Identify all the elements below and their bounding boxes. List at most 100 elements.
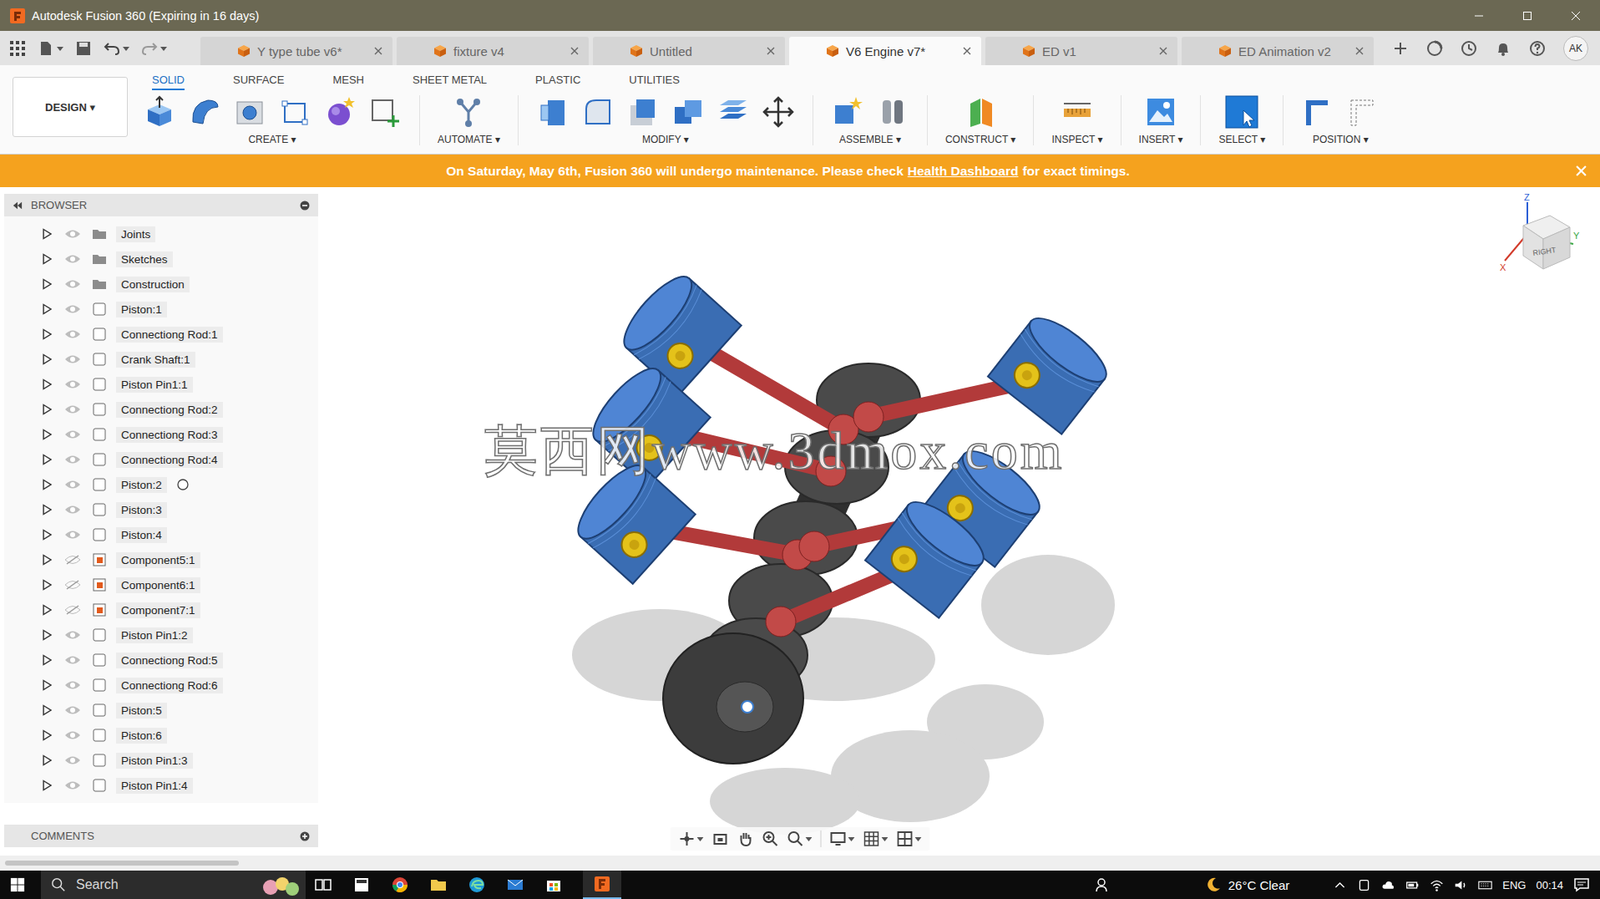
rod-end[interactable] <box>765 606 796 637</box>
wifi-icon[interactable] <box>1429 877 1444 892</box>
browser-item[interactable]: Piston:6 <box>4 722 319 748</box>
expand-icon[interactable] <box>42 729 52 741</box>
document-tab[interactable]: ED Animation v2 <box>1181 36 1374 66</box>
grid-icon[interactable] <box>863 830 881 847</box>
group-dropdown[interactable]: INSPECT ▾ <box>1051 133 1103 146</box>
toolbar-tab[interactable]: SURFACE <box>208 71 309 91</box>
sketch-rect-icon[interactable] <box>278 95 312 129</box>
expand-icon[interactable] <box>42 428 52 441</box>
expand-icon[interactable] <box>42 278 52 290</box>
toolbar-tab[interactable]: SOLID <box>127 71 209 91</box>
visible-eye-icon[interactable] <box>64 629 82 640</box>
caret-icon[interactable] <box>915 835 922 842</box>
rod-end[interactable] <box>815 455 846 487</box>
form-icon[interactable] <box>323 95 357 129</box>
expand-icon[interactable] <box>42 703 52 716</box>
caret-icon[interactable] <box>881 835 889 842</box>
visible-eye-icon[interactable] <box>64 278 82 289</box>
toolbar-tab[interactable]: PLASTIC <box>511 71 605 91</box>
display-icon[interactable] <box>830 830 847 847</box>
visible-eye-icon[interactable] <box>64 679 82 690</box>
select-icon[interactable] <box>1225 95 1259 129</box>
expand-icon[interactable] <box>42 678 52 691</box>
input-language[interactable]: ENG <box>1502 878 1526 892</box>
undo-icon[interactable] <box>103 40 121 57</box>
visible-eye-icon[interactable] <box>64 253 82 264</box>
shell-icon[interactable] <box>626 95 660 129</box>
horizontal-scrollbar[interactable] <box>5 860 239 866</box>
visible-eye-icon[interactable] <box>64 504 82 515</box>
file-explorer-icon[interactable] <box>429 875 448 894</box>
revolve-icon[interactable] <box>187 95 222 129</box>
document-tab[interactable]: Y type tube v6* <box>200 36 393 66</box>
piston[interactable] <box>613 267 741 395</box>
piston[interactable] <box>567 455 695 584</box>
browser-item[interactable]: Piston:3 <box>4 496 319 522</box>
browser-item[interactable]: Piston:4 <box>4 521 319 547</box>
notifications-icon[interactable] <box>1573 875 1590 893</box>
visible-eye-icon[interactable] <box>64 704 82 715</box>
fusion-taskbar-button[interactable] <box>582 870 622 899</box>
orbit-tool[interactable] <box>678 830 704 847</box>
browser-item[interactable]: Component6:1 <box>4 572 319 598</box>
toolbar-tab[interactable]: SHEET METAL <box>388 71 512 91</box>
comments-panel[interactable]: COMMENTS <box>4 824 319 847</box>
press-pull-icon[interactable] <box>536 95 570 129</box>
calculator-icon[interactable] <box>352 875 371 894</box>
collapse-icon[interactable] <box>12 200 23 211</box>
workspace-dropdown[interactable]: DESIGN ▾ <box>12 76 128 137</box>
caret-icon[interactable] <box>160 45 168 52</box>
user-avatar[interactable]: AK <box>1563 35 1589 61</box>
document-tab[interactable]: Untitled <box>592 36 785 66</box>
visible-eye-icon[interactable] <box>64 429 82 440</box>
close-tab-icon[interactable] <box>962 46 972 56</box>
expand-icon[interactable] <box>42 779 52 791</box>
weather-widget[interactable]: 26°C Clear <box>1205 875 1291 893</box>
image-icon[interactable] <box>1144 95 1178 129</box>
bell-icon[interactable] <box>1494 40 1512 57</box>
expand-icon[interactable] <box>42 553 52 566</box>
mail-icon[interactable] <box>506 875 525 894</box>
visible-eye-icon[interactable] <box>64 303 82 314</box>
activate-radio-icon[interactable] <box>177 478 189 491</box>
orbit-icon[interactable] <box>678 830 696 847</box>
new-component-icon[interactable] <box>830 95 865 129</box>
browser-header[interactable]: BROWSER <box>4 193 319 217</box>
close-tab-icon[interactable] <box>766 46 775 56</box>
clock-icon[interactable] <box>1460 40 1478 57</box>
grid-settings[interactable] <box>863 830 889 847</box>
browser-item[interactable]: Piston:2 <box>4 471 319 497</box>
redo-icon[interactable] <box>141 40 158 57</box>
pan-hand-icon[interactable] <box>737 830 755 847</box>
file-icon[interactable] <box>37 40 55 57</box>
fusion-app-icon[interactable] <box>592 874 612 893</box>
caret-icon[interactable] <box>805 835 813 842</box>
visible-eye-icon[interactable] <box>64 454 82 465</box>
visible-eye-icon[interactable] <box>64 228 82 239</box>
store-icon[interactable] <box>544 875 563 894</box>
expand-icon[interactable] <box>42 303 52 315</box>
origin-point[interactable] <box>741 700 754 713</box>
toolbar-tab[interactable]: MESH <box>308 71 389 91</box>
expand-icon[interactable] <box>42 403 52 416</box>
cloud-icon[interactable] <box>1381 877 1396 892</box>
rod-end[interactable] <box>799 531 830 562</box>
close-icon[interactable] <box>1570 10 1581 21</box>
group-dropdown[interactable]: SELECT ▾ <box>1218 133 1266 146</box>
minimize-icon[interactable] <box>1473 10 1484 21</box>
task-view-icon[interactable] <box>313 875 333 894</box>
minimize-panel-icon[interactable] <box>299 200 310 211</box>
redo-menu[interactable] <box>141 40 168 57</box>
display-settings[interactable] <box>830 830 856 847</box>
look-at-icon[interactable] <box>712 830 730 847</box>
browser-item[interactable]: Sketches <box>4 246 319 272</box>
browser-item[interactable]: Piston Pin1:3 <box>4 747 319 773</box>
browser-item[interactable]: Joints <box>4 221 319 247</box>
group-dropdown[interactable]: CREATE ▾ <box>248 133 296 146</box>
document-tab[interactable]: fixture v4 <box>396 36 589 66</box>
browser-item[interactable]: Connectiong Rod:3 <box>4 421 319 447</box>
expand-icon[interactable] <box>42 628 52 641</box>
plane-icon[interactable] <box>963 95 998 129</box>
piston[interactable] <box>582 359 710 487</box>
expand-icon[interactable] <box>42 227 52 240</box>
